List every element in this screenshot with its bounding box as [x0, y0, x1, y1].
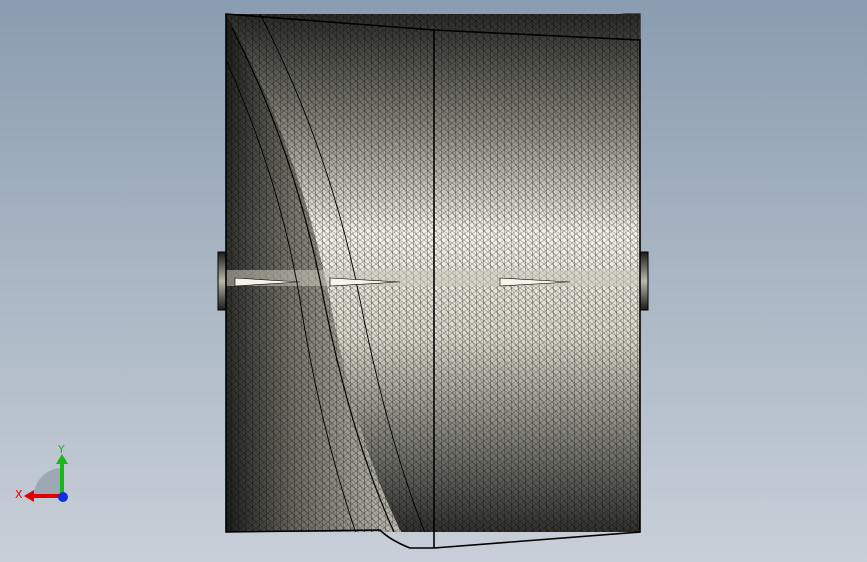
y-axis-label: Y: [57, 443, 65, 456]
x-axis-label: X: [15, 488, 23, 501]
graphics-viewport[interactable]: [0, 0, 867, 562]
x-arrow-head: [24, 490, 34, 502]
z-axis-dot: [58, 492, 68, 502]
cylinder-body: [226, 14, 640, 532]
triad-quadrant: [34, 468, 62, 496]
coordinate-triad: Y X: [15, 443, 68, 502]
part-model[interactable]: [217, 13, 649, 549]
left-lug: [217, 251, 227, 311]
right-lug: [639, 251, 649, 311]
